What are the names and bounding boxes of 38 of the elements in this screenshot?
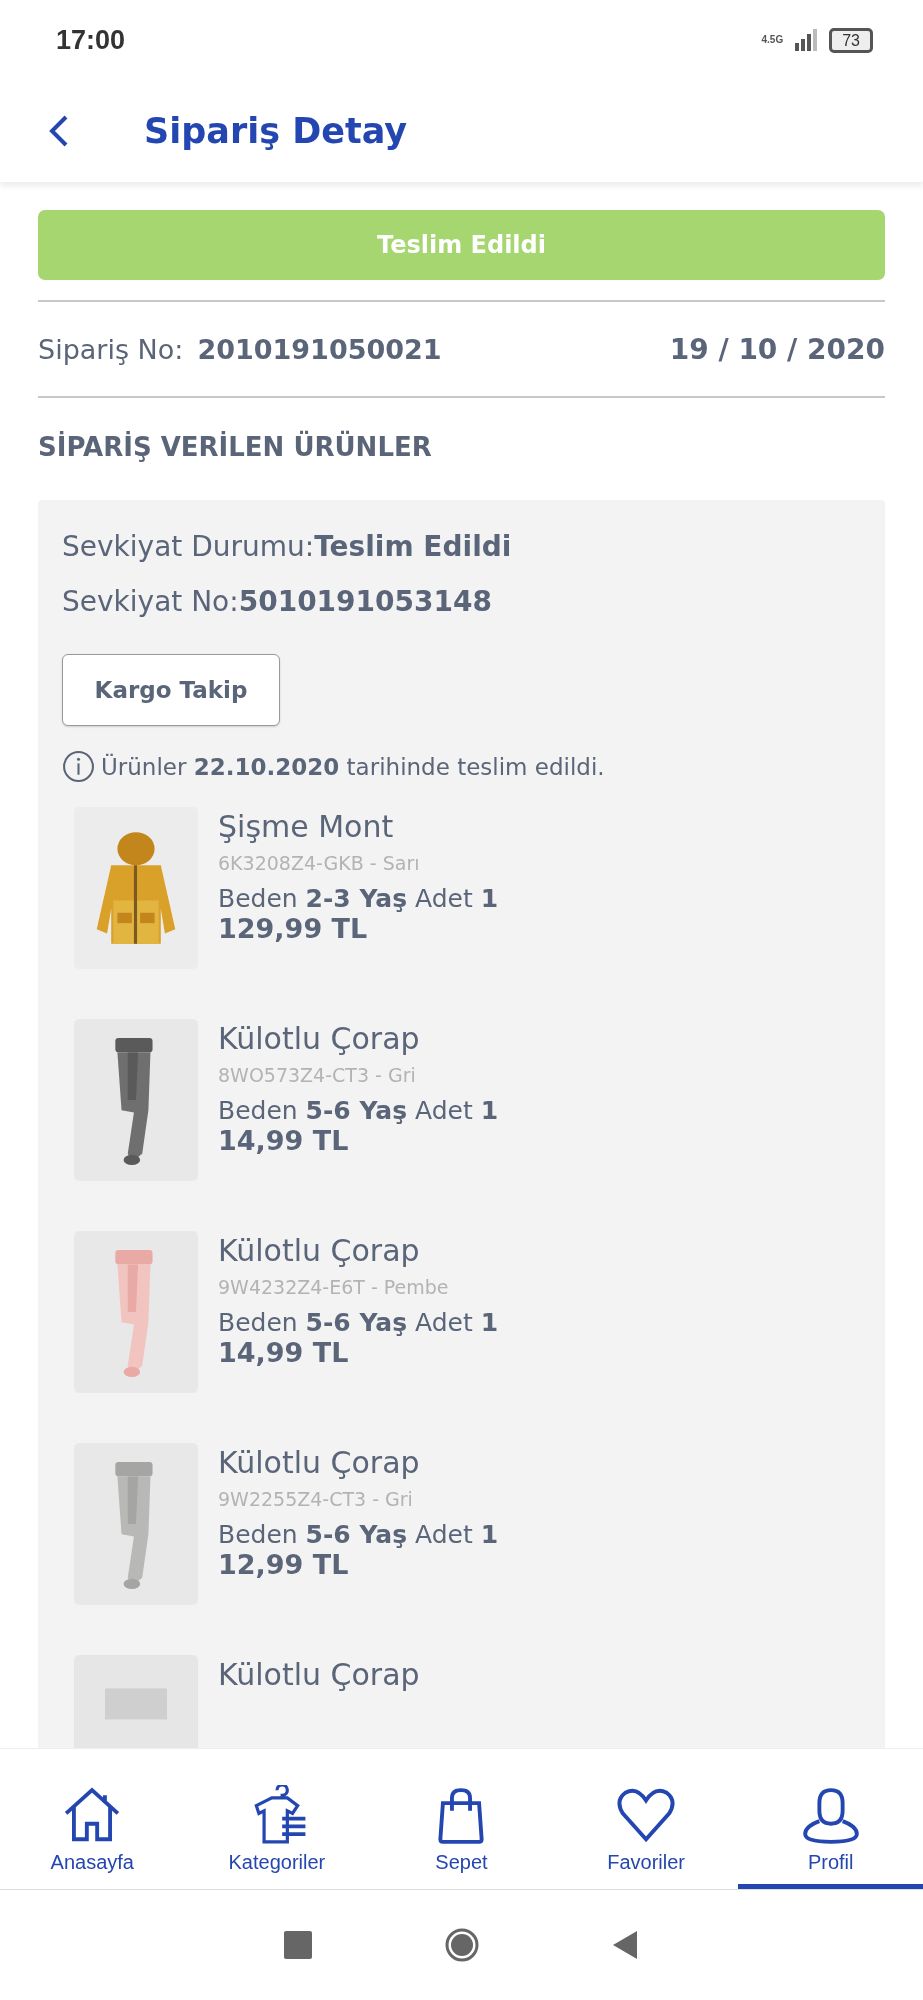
product-code: 8WO573Z4-CT3 - Gri — [218, 1064, 417, 1086]
product-details: Beden 5-6 Yaş Adet 1 — [218, 1096, 499, 1125]
product-name[interactable]: Külotlu Çorap — [218, 1445, 499, 1480]
product-price: 14,99 TL — [218, 1125, 350, 1156]
product-name[interactable]: Külotlu Çorap — [218, 1021, 499, 1056]
product-details: Beden 5-6 Yaş Adet 1 — [218, 1308, 499, 1337]
product-price: 12,99 TL — [218, 1549, 350, 1580]
nav-tab[interactable]: Profil — [738, 1749, 923, 1889]
product-price: 14,99 TL — [218, 1337, 350, 1368]
home-button-icon[interactable] — [444, 1928, 479, 1962]
nav-tab[interactable]: Favoriler — [553, 1749, 739, 1889]
signal-icon — [793, 29, 820, 51]
product-code: 9W2255Z4-CT3 - Gri — [218, 1488, 414, 1510]
product-name[interactable]: Şişme Mont — [218, 809, 499, 844]
product-name[interactable]: Külotlu Çorap — [218, 1233, 499, 1268]
shipment-number: Sevkiyat No:5010191053148 — [62, 585, 493, 618]
order-date: 19 / 10 / 2020 — [669, 332, 885, 366]
product-price: 129,99 TL — [218, 913, 369, 944]
product-code: 6K3208Z4-GKB - Sarı — [218, 852, 421, 874]
nav-tab[interactable]: Anasayfa — [0, 1749, 185, 1889]
shipment-status: Sevkiyat Durumu:Teslim Edildi — [62, 530, 513, 563]
product-details: Beden 5-6 Yaş Adet 1 — [218, 1520, 499, 1549]
order-number-label: Sipariş No: — [38, 333, 184, 365]
track-shipment-button[interactable]: Kargo Takip — [62, 654, 280, 726]
product-code: 9W4232Z4-E6T - Pembe — [218, 1276, 450, 1298]
product-details: Beden 2-3 Yaş Adet 1 — [218, 884, 499, 913]
page-title: Sipariş Detay — [144, 111, 408, 151]
order-number: 2010191050021 — [197, 333, 443, 365]
status-banner: Teslim Edildi — [38, 210, 885, 280]
network-type: 4.5G — [761, 35, 784, 45]
product-name[interactable]: Külotlu Çorap — [218, 1657, 420, 1692]
section-title: SİPARİŞ VERİLEN ÜRÜNLER — [38, 432, 433, 462]
info-icon — [62, 750, 95, 783]
nav-tab[interactable]: Kategoriler — [184, 1749, 370, 1889]
clock: 17:00 — [56, 24, 126, 56]
delivery-info: Ürünler 22.10.2020 tarihinde teslim edildi. — [101, 753, 605, 780]
nav-tab[interactable]: Sepet — [369, 1749, 554, 1889]
battery-level: 73 — [829, 27, 873, 53]
